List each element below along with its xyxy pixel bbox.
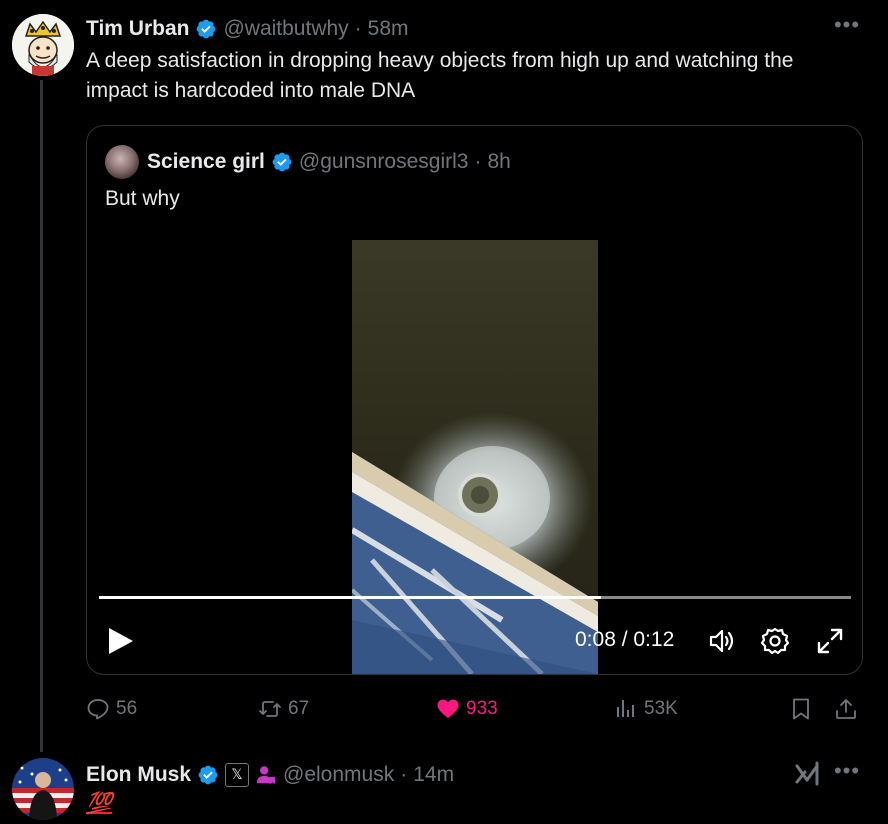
author-name[interactable]: Tim Urban xyxy=(86,17,189,41)
repost-count: 67 xyxy=(288,698,310,719)
tweet-time[interactable]: 58m xyxy=(368,17,409,41)
author-handle[interactable]: @waitbutwhy xyxy=(223,17,348,41)
page: Tim Urban @waitbutwhy · 58m ••• A deep s… xyxy=(0,0,888,824)
reply-author-handle[interactable]: @elonmusk xyxy=(283,763,394,787)
affiliate-person-icon[interactable] xyxy=(255,764,277,786)
volume-icon[interactable] xyxy=(707,626,737,656)
like-count: 933 xyxy=(466,698,498,719)
bookmark-button[interactable] xyxy=(789,694,813,724)
views-count: 53K xyxy=(644,698,678,719)
avatar-tim-urban[interactable] xyxy=(12,14,74,76)
verified-badge-icon[interactable] xyxy=(195,18,217,40)
hundred-points-emoji: 💯 xyxy=(86,792,113,815)
fullscreen-expand-icon[interactable] xyxy=(815,626,845,656)
tweet-text: A deep satisfaction in dropping heavy ob… xyxy=(86,49,794,102)
quote-text: But why xyxy=(105,187,180,210)
avatar-science-girl[interactable] xyxy=(105,145,139,179)
quote-time[interactable]: 8h xyxy=(487,150,510,174)
repost-icon xyxy=(259,701,281,717)
heart-filled-icon xyxy=(437,699,459,718)
verified-badge-icon[interactable] xyxy=(271,151,293,173)
tweet-actions-bar: 56 67 933 53K xyxy=(86,694,861,724)
views-chart-icon xyxy=(617,700,634,717)
avatar-elon-musk[interactable] xyxy=(12,758,74,820)
video-frame[interactable] xyxy=(352,240,598,674)
reply-icon xyxy=(87,699,109,720)
grok-icon[interactable] xyxy=(795,760,821,788)
reply-button[interactable]: 56 xyxy=(86,694,137,724)
bookmark-icon xyxy=(793,698,809,720)
reply-count: 56 xyxy=(116,698,138,719)
reply-author-name[interactable]: Elon Musk xyxy=(86,763,191,787)
quoted-tweet-card[interactable]: Science girl @gunsnrosesgirl3 · 8h But w… xyxy=(86,125,863,675)
share-button[interactable] xyxy=(834,694,858,724)
separator-dot: · xyxy=(474,150,482,173)
play-icon[interactable] xyxy=(107,626,135,656)
x-affiliate-badge-icon[interactable]: 𝕏 xyxy=(225,763,250,787)
views-button[interactable]: 53K xyxy=(614,694,678,724)
quote-header: Science girl @gunsnrosesgirl3 · 8h xyxy=(105,145,511,179)
repost-button[interactable]: 67 xyxy=(258,694,309,724)
more-options-icon[interactable]: ••• xyxy=(832,760,862,786)
video-progress-bar[interactable] xyxy=(99,596,851,599)
reply-time[interactable]: 14m xyxy=(413,763,454,787)
reply-header: Elon Musk 𝕏 @elonmusk · 14m xyxy=(86,760,454,790)
separator-dot: · xyxy=(400,763,408,786)
quote-author-name[interactable]: Science girl xyxy=(147,150,265,174)
verified-badge-icon[interactable] xyxy=(197,764,219,786)
more-options-icon[interactable]: ••• xyxy=(832,14,862,40)
separator-dot: · xyxy=(354,17,362,40)
thread-line xyxy=(40,80,43,752)
video-time-readout: 0:08 / 0:12 xyxy=(575,628,675,651)
tweet-header: Tim Urban @waitbutwhy · 58m xyxy=(86,14,409,44)
video-progress-fill xyxy=(99,596,601,599)
quote-author-handle[interactable]: @gunsnrosesgirl3 xyxy=(299,150,469,174)
share-upload-icon xyxy=(836,699,856,719)
like-button[interactable]: 933 xyxy=(436,694,498,724)
settings-gear-icon[interactable] xyxy=(760,626,790,656)
